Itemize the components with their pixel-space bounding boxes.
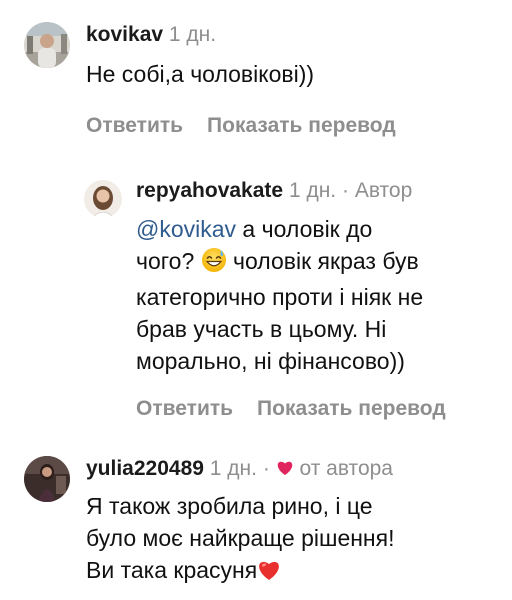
separator-dot: · xyxy=(341,179,349,202)
show-translation-button[interactable]: Показать перевод xyxy=(257,397,446,420)
show-translation-button[interactable]: Показать перевод xyxy=(207,114,396,137)
username[interactable]: kovikav xyxy=(86,23,163,46)
timestamp: 1 дн. xyxy=(168,23,217,46)
sweat-smile-emoji-icon xyxy=(201,247,227,281)
comment-content: yulia220489 1 дн. · от автора Я також зр… xyxy=(86,456,394,589)
reply-button[interactable]: Ответить xyxy=(136,397,233,420)
comment-text: Не собі,а чоловікові)) xyxy=(86,61,315,87)
comment-header: repyahovakate 1 дн. · Автор xyxy=(136,178,446,204)
timestamp: 1 дн. xyxy=(288,179,337,202)
red-heart-emoji-icon xyxy=(257,557,281,589)
comment-actions: Ответить Показать перевод xyxy=(136,397,446,421)
timestamp: 1 дн. xyxy=(209,457,257,480)
comment-header: kovikav 1 дн. xyxy=(86,22,396,48)
avatar[interactable] xyxy=(24,456,70,502)
comment-content: repyahovakate 1 дн. · Автор @kovikav а ч… xyxy=(136,178,446,421)
comment-text: @kovikav а чоловік до чого? чоловік якра… xyxy=(136,213,446,377)
text-line: Ви така красуня xyxy=(86,554,394,589)
comment-text: Я також зробила рино, і це було моє найк… xyxy=(86,490,394,589)
username[interactable]: yulia220489 xyxy=(86,457,204,480)
text-line: морально, ні фінансово)) xyxy=(136,348,405,374)
comment-actions: Ответить Показать перевод xyxy=(86,114,396,138)
text-line: було моє найкраще рішення! xyxy=(86,525,395,551)
avatar[interactable] xyxy=(24,22,70,68)
username[interactable]: repyahovakate xyxy=(136,179,283,202)
author-badge: Автор xyxy=(354,179,413,202)
avatar[interactable] xyxy=(84,180,122,218)
text-segment: а чоловік до xyxy=(236,216,373,242)
text-segment: чоловік якраз був xyxy=(226,248,419,274)
comment-yulia220489: yulia220489 1 дн. · от автора Я також зр… xyxy=(24,456,394,589)
reply-button[interactable]: Ответить xyxy=(86,114,183,137)
comment-content: kovikav 1 дн. Не собі,а чоловікові)) Отв… xyxy=(86,22,396,138)
comment-repyahovakate: repyahovakate 1 дн. · Автор @kovikav а ч… xyxy=(84,178,446,421)
text-segment: чого? xyxy=(136,248,201,274)
text-line: Я також зробила рино, і це xyxy=(86,493,373,519)
separator-dot: · xyxy=(262,457,270,480)
heart-icon xyxy=(276,457,294,480)
text-line: @kovikav а чоловік до xyxy=(136,213,446,245)
comment-kovikav: kovikav 1 дн. Не собі,а чоловікові)) Отв… xyxy=(24,22,396,138)
text-line: чого? чоловік якраз був xyxy=(136,245,446,281)
text-segment: Ви така красуня xyxy=(86,557,258,583)
mention-link[interactable]: @kovikav xyxy=(136,216,236,242)
liked-by-author-label: от автора xyxy=(299,457,393,480)
text-line: брав участь в цьому. Ні xyxy=(136,316,387,342)
comment-header: yulia220489 1 дн. · от автора xyxy=(86,456,394,482)
text-line: категорично проти і ніяк не xyxy=(136,284,424,310)
